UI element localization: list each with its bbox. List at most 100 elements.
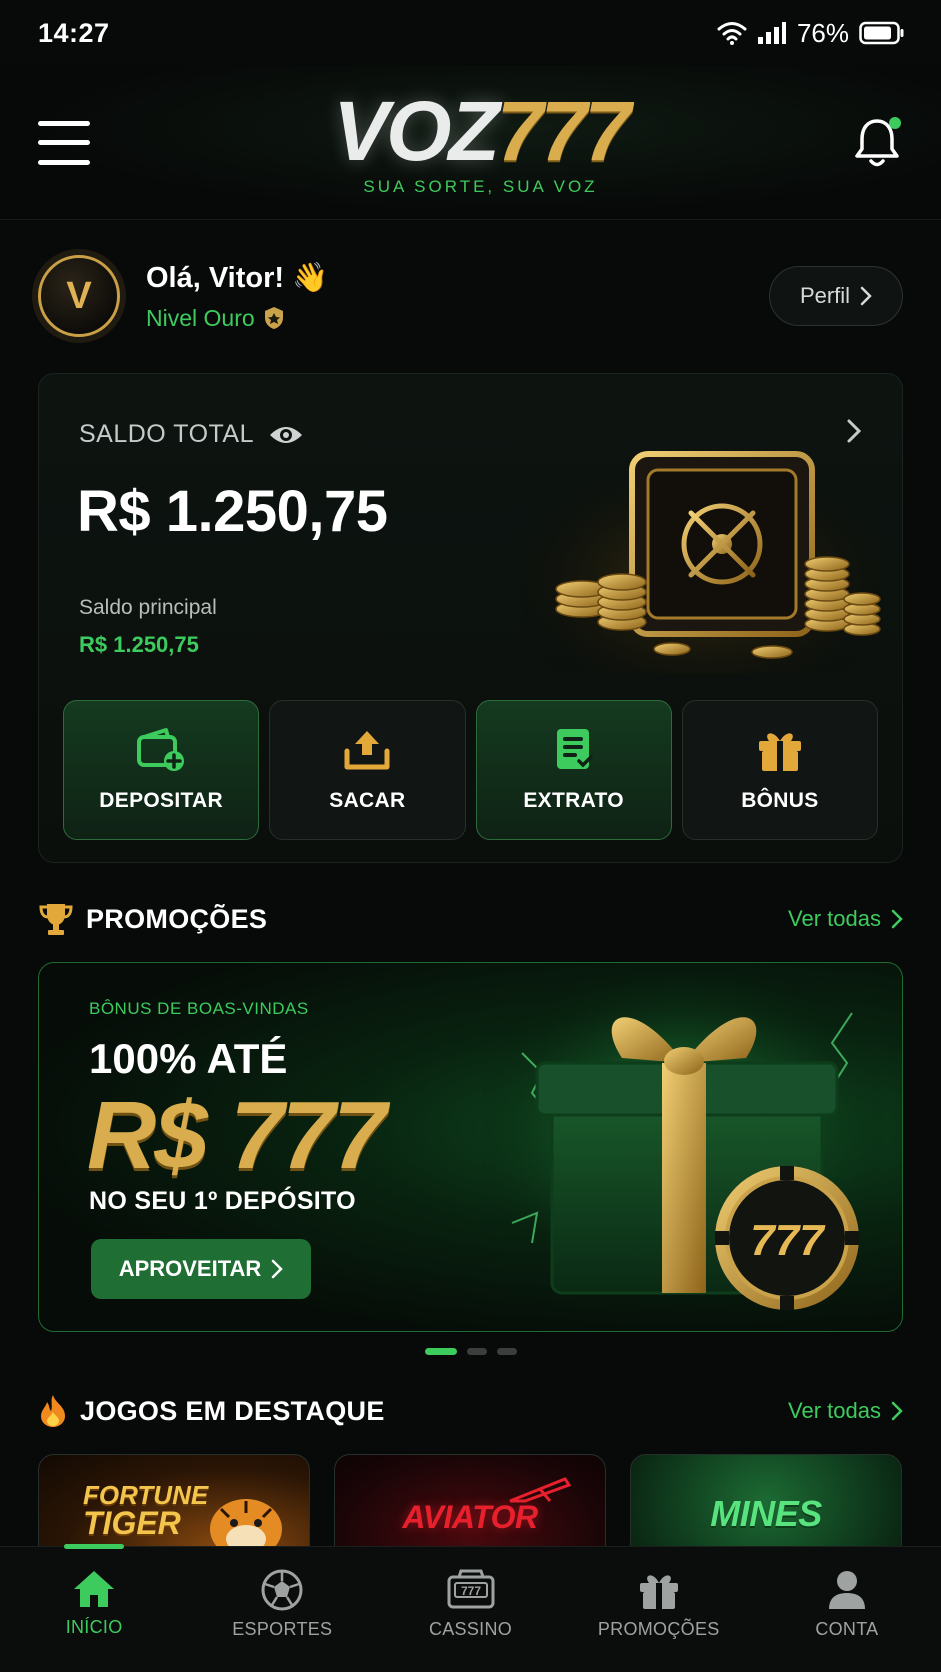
balance-details-chevron-icon[interactable] [846, 418, 862, 444]
claim-bonus-button[interactable]: APROVEITAR [91, 1239, 311, 1299]
upload-tray-icon [344, 731, 390, 770]
battery-percent: 76% [796, 17, 849, 48]
gift-icon [758, 733, 801, 771]
nav-casino[interactable]: 777 CASSINO [376, 1547, 564, 1672]
featured-games-title: JOGOS EM DESTAQUE [80, 1395, 385, 1426]
slot-machine-icon-text: 777 [460, 1584, 480, 1598]
promo-kicker: BÔNUS DE BOAS-VINDAS [89, 999, 309, 1018]
promotions-see-all-label: Ver todas [788, 906, 881, 931]
shield-badge-icon [264, 307, 283, 329]
status-icons: 76% [717, 18, 905, 49]
app-logo[interactable]: VOZ777 SUA SORTE, SUA VOZ [333, 89, 631, 197]
menu-bar [38, 159, 90, 165]
statement-button[interactable]: EXTRATO [475, 700, 672, 840]
safe-illustration [522, 444, 882, 674]
balance-card: SALDO TOTAL R$ 1.250,75 Saldo principal … [38, 373, 903, 863]
menu-bar [38, 120, 90, 126]
featured-games-header: JOGOS EM DESTAQUE Ver todas [38, 1391, 903, 1431]
chevron-right-icon [272, 1259, 284, 1279]
chevron-right-icon [891, 1401, 903, 1421]
balance-label: SALDO TOTAL [79, 420, 304, 449]
tiger-icon [210, 1499, 282, 1546]
nav-sports[interactable]: ESPORTES [188, 1547, 376, 1672]
bottom-navigation: INÍCIO ESPORTES 777 CASSINO PROMOÇÕES CO… [0, 1544, 941, 1672]
promo-headline: 100% ATÉ [89, 1035, 288, 1082]
user-icon [828, 1571, 865, 1609]
carousel-dots [0, 1348, 941, 1355]
signal-icon [757, 22, 786, 44]
soccer-ball-icon [261, 1569, 303, 1611]
menu-icon[interactable] [38, 120, 90, 165]
profile-button-label: Perfil [799, 283, 851, 308]
games-see-all[interactable]: Ver todas [788, 1398, 903, 1424]
gift-icon [639, 1575, 678, 1609]
chevron-right-icon [891, 909, 903, 929]
gift-box-illustration: 777 [482, 973, 882, 1323]
carousel-dot[interactable] [466, 1348, 487, 1355]
total-balance: R$ 1.250,75 [77, 479, 388, 544]
status-time: 14:27 [38, 17, 110, 48]
user-greeting: V Olá, Vitor! 👋 Nivel Ouro Perfil [38, 250, 903, 342]
profile-button[interactable]: Perfil [769, 266, 903, 326]
bonus-button[interactable]: BÔNUS [681, 700, 878, 840]
notification-bell-icon[interactable] [851, 115, 903, 171]
nav-casino-label: CASSINO [428, 1619, 513, 1639]
logo-777: 777 [496, 83, 631, 178]
plane-icon [509, 1477, 572, 1503]
logo-wordmark: VOZ777 [333, 89, 631, 173]
slot-machine-icon: 777 [447, 1569, 494, 1609]
deposit-label: DEPOSITAR [99, 789, 223, 812]
battery-icon [859, 21, 904, 45]
game-card-aviator[interactable]: AVIATOR [334, 1454, 606, 1546]
deposit-button[interactable]: DEPOSITAR [63, 700, 260, 840]
nav-sports-label: ESPORTES [232, 1619, 333, 1639]
promo-amount: R$ 777 [87, 1082, 387, 1189]
carousel-dot[interactable] [496, 1348, 517, 1355]
logo-tagline: SUA SORTE, SUA VOZ [363, 176, 598, 196]
nav-account-label: CONTA [815, 1619, 879, 1639]
promotions-header: PROMOÇÕES Ver todas [38, 899, 903, 939]
notification-dot [889, 116, 901, 129]
game-card-mines[interactable]: MINES [630, 1454, 902, 1546]
app-header: VOZ777 SUA SORTE, SUA VOZ [0, 66, 941, 220]
chip-text: 777 [750, 1216, 826, 1265]
user-level: Nivel Ouro [146, 305, 328, 332]
main-balance-value: R$ 1.250,75 [79, 632, 199, 657]
nav-home[interactable]: INÍCIO [0, 1544, 188, 1672]
avatar[interactable]: V [38, 255, 120, 337]
chevron-right-icon [860, 286, 872, 306]
eye-icon[interactable] [268, 423, 304, 447]
promotions-see-all[interactable]: Ver todas [788, 906, 903, 932]
nav-promotions[interactable]: PROMOÇÕES [565, 1547, 753, 1672]
promotions-title: PROMOÇÕES [86, 903, 268, 934]
game-title-fortune-tiger: FORTUNE TIGER [83, 1481, 208, 1541]
games-see-all-label: Ver todas [788, 1398, 881, 1423]
bonus-label: BÔNUS [741, 789, 819, 812]
greeting-hello: Olá, Vitor! 👋 [146, 261, 329, 294]
game-title-mines: MINES [710, 1493, 822, 1534]
claim-bonus-label: APROVEITAR [118, 1256, 262, 1281]
logo-voz: VOZ [333, 83, 500, 178]
withdraw-button[interactable]: SACAR [269, 700, 466, 840]
carousel-dot[interactable] [424, 1348, 457, 1355]
balance-label-text: SALDO TOTAL [79, 420, 255, 448]
main-balance-label: Saldo principal [79, 596, 217, 619]
status-bar: 14:27 76% [0, 0, 941, 66]
featured-games-row: FORTUNE TIGER AVIATOR MINES [38, 1454, 941, 1546]
welcome-bonus-banner[interactable]: 777 BÔNUS DE BOAS-VINDAS 100% ATÉ R$ 777… [38, 962, 903, 1332]
statement-label: EXTRATO [523, 789, 624, 812]
wallet-plus-icon [137, 728, 185, 771]
game-title-line-2: TIGER [83, 1505, 181, 1541]
nav-promotions-label: PROMOÇÕES [597, 1619, 720, 1639]
user-level-label: Nivel Ouro [146, 304, 255, 331]
home-icon [74, 1571, 115, 1607]
greeting-text: Olá, Vitor! 👋 Nivel Ouro [146, 261, 328, 332]
promo-subline: NO SEU 1º DEPÓSITO [89, 1187, 356, 1215]
nav-home-label: INÍCIO [65, 1617, 123, 1637]
nav-account[interactable]: CONTA [753, 1547, 941, 1672]
trophy-icon [39, 904, 73, 935]
receipt-icon [556, 729, 593, 769]
game-card-fortune-tiger[interactable]: FORTUNE TIGER [38, 1454, 310, 1546]
menu-bar [38, 140, 90, 145]
nav-active-indicator [64, 1544, 125, 1549]
